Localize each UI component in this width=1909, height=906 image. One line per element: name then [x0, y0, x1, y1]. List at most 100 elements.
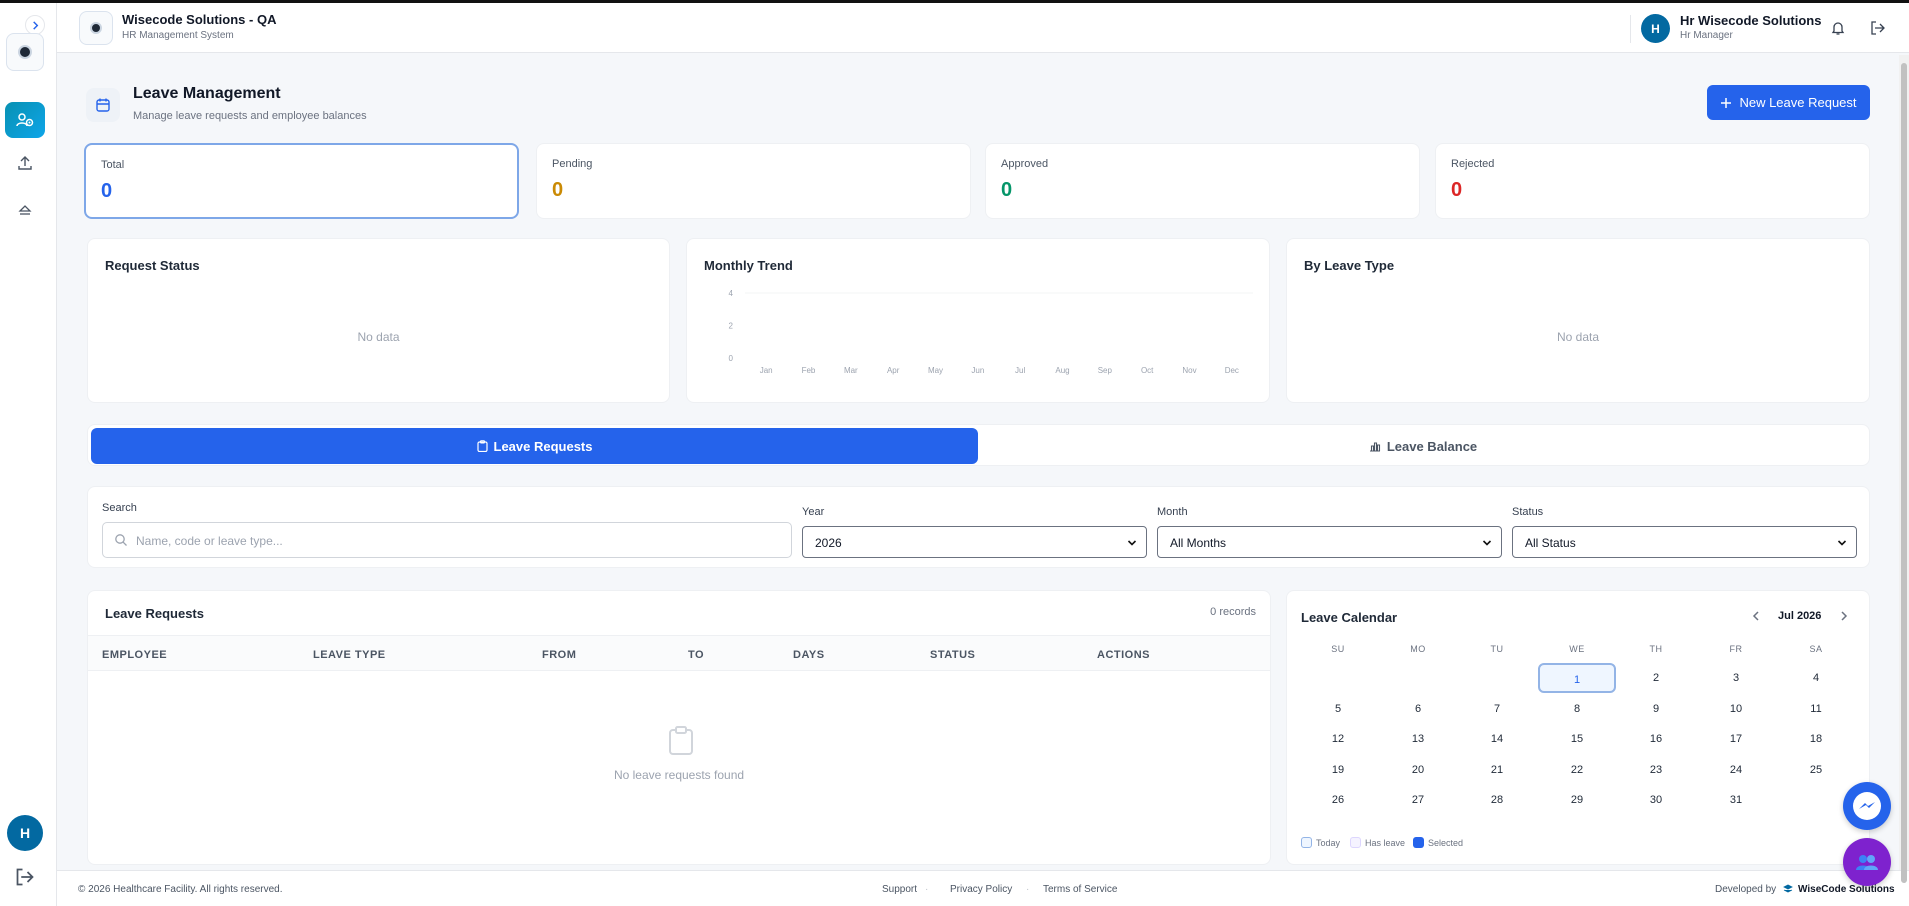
search-placeholder: Name, code or leave type... — [136, 534, 283, 548]
footer-brand[interactable]: WiseCode Solutions — [1798, 884, 1895, 895]
footer-developed-by: Developed by — [1715, 884, 1777, 895]
footer-copyright: © 2026 Healthcare Facility. All rights r… — [78, 884, 283, 895]
calendar-day[interactable]: 6 — [1379, 694, 1457, 724]
footer-link-privacy[interactable]: Privacy Policy — [950, 884, 1012, 895]
y-tick-label: 4 — [729, 289, 734, 298]
calendar-day[interactable]: 12 — [1299, 724, 1377, 754]
user-name[interactable]: Hr Wisecode Solutions — [1680, 13, 1821, 28]
column-header-from[interactable]: FROM — [542, 649, 576, 661]
support-chat-button[interactable] — [1843, 838, 1891, 886]
search-icon — [115, 534, 127, 546]
upload-icon — [18, 156, 32, 170]
month-select[interactable]: All Months — [1157, 526, 1502, 558]
sidebar-logo — [6, 33, 44, 71]
stat-card-total[interactable]: Total 0 — [84, 143, 519, 219]
user-avatar[interactable]: H — [1641, 14, 1670, 43]
calendar-day[interactable]: 28 — [1458, 785, 1536, 815]
calendar-day[interactable]: 15 — [1538, 724, 1616, 754]
new-leave-request-button[interactable]: New Leave Request — [1707, 85, 1870, 120]
calendar-day[interactable]: 29 — [1538, 785, 1616, 815]
stat-card-approved[interactable]: Approved 0 — [985, 143, 1420, 219]
calendar-day[interactable]: 16 — [1617, 724, 1695, 754]
calendar-day[interactable]: 21 — [1458, 755, 1536, 785]
card-title: Request Status — [105, 258, 200, 273]
logout-icon[interactable] — [1870, 20, 1886, 36]
calendar-day[interactable]: 27 — [1379, 785, 1457, 815]
calendar-day[interactable]: 2 — [1617, 663, 1695, 693]
column-header-employee[interactable]: EMPLOYEE — [102, 649, 167, 661]
calendar-day[interactable]: 23 — [1617, 755, 1695, 785]
calendar-day[interactable]: 9 — [1617, 694, 1695, 724]
calendar-day[interactable]: 22 — [1538, 755, 1616, 785]
weekday-header: TU — [1490, 644, 1504, 654]
top-header: Wisecode Solutions - QA HR Management Sy… — [57, 3, 1909, 53]
year-select[interactable]: 2026 — [802, 526, 1147, 558]
footer-link-support[interactable]: Support — [882, 884, 917, 895]
bell-icon[interactable] — [1830, 20, 1846, 36]
calendar-title: Leave Calendar — [1301, 610, 1398, 625]
x-tick-label: Jul — [1015, 366, 1025, 375]
weekday-header: TH — [1649, 644, 1663, 654]
calendar-day[interactable]: 17 — [1697, 724, 1775, 754]
x-tick-label: Mar — [844, 366, 858, 375]
scrollbar-thumb[interactable] — [1901, 63, 1907, 883]
weekday-header: SU — [1331, 644, 1345, 654]
weekday-header: MO — [1410, 644, 1426, 654]
calendar-day[interactable]: 3 — [1697, 663, 1775, 693]
column-header-to[interactable]: TO — [688, 649, 704, 661]
monthly-trend-card: Monthly Trend 4 2 0 Jan Feb Mar Apr May Jun Jul Au… — [686, 238, 1270, 403]
calendar-day[interactable]: 31 — [1697, 785, 1775, 815]
sidebar-expand-button[interactable] — [25, 15, 45, 35]
calendar-day[interactable]: 30 — [1617, 785, 1695, 815]
x-tick-label: Dec — [1225, 366, 1239, 375]
footer: © 2026 Healthcare Facility. All rights r… — [57, 870, 1909, 906]
sidebar-item-dashboard[interactable] — [5, 102, 45, 138]
footer-link-terms[interactable]: Terms of Service — [1043, 884, 1117, 895]
calendar-icon — [96, 98, 110, 112]
x-tick-label: Feb — [802, 366, 816, 375]
sidebar-item-upload[interactable] — [5, 145, 45, 181]
messenger-chat-button[interactable] — [1843, 782, 1891, 830]
calendar-day[interactable]: 14 — [1458, 724, 1536, 754]
sidebar-avatar[interactable]: H — [7, 815, 43, 851]
tab-leave-requests[interactable]: Leave Requests — [91, 428, 978, 464]
search-input[interactable]: Name, code or leave type... — [102, 522, 792, 558]
calendar-day[interactable]: 20 — [1379, 755, 1457, 785]
calendar-day[interactable]: 18 — [1777, 724, 1855, 754]
status-select[interactable]: All Status — [1512, 526, 1857, 558]
sidebar-item-eject[interactable] — [5, 191, 45, 227]
calendar-day-today[interactable]: 1 — [1538, 663, 1616, 693]
column-header-actions: ACTIONS — [1097, 649, 1150, 661]
month-label: Month — [1157, 506, 1188, 518]
calendar-day[interactable]: 25 — [1777, 755, 1855, 785]
stat-card-rejected[interactable]: Rejected 0 — [1435, 143, 1870, 219]
calendar-day[interactable]: 11 — [1777, 694, 1855, 724]
calendar-day[interactable]: 19 — [1299, 755, 1377, 785]
page-scrollbar[interactable] — [1899, 55, 1909, 883]
calendar-day[interactable]: 26 — [1299, 785, 1377, 815]
y-tick-label: 0 — [729, 354, 734, 363]
year-value: 2026 — [815, 536, 842, 550]
calendar-day[interactable]: 8 — [1538, 694, 1616, 724]
weekday-header: WE — [1569, 644, 1585, 654]
calendar-day[interactable]: 4 — [1777, 663, 1855, 693]
tab-leave-balance[interactable]: Leave Balance — [978, 428, 1868, 464]
stat-card-pending[interactable]: Pending 0 — [536, 143, 971, 219]
x-tick-label: Oct — [1141, 366, 1154, 375]
calendar-day[interactable]: 7 — [1458, 694, 1536, 724]
calendar-day[interactable]: 5 — [1299, 694, 1377, 724]
column-header-status[interactable]: STATUS — [930, 649, 975, 661]
filter-panel: Search Name, code or leave type... Year … — [87, 486, 1870, 568]
logout-icon[interactable] — [15, 867, 35, 887]
calendar-day[interactable]: 24 — [1697, 755, 1775, 785]
calendar-day[interactable]: 10 — [1697, 694, 1775, 724]
legend-label: Has leave — [1365, 837, 1406, 848]
no-data-text: No data — [1556, 330, 1600, 344]
column-header-leave-type[interactable]: LEAVE TYPE — [313, 649, 386, 661]
clipboard-icon — [476, 440, 488, 452]
chevron-right-icon[interactable] — [1839, 611, 1849, 621]
calendar-day[interactable]: 13 — [1379, 724, 1457, 754]
column-header-days[interactable]: DAYS — [793, 649, 825, 661]
chevron-left-icon[interactable] — [1751, 611, 1761, 621]
leave-requests-table-card: Leave Requests 0 records EMPLOYEE LEAVE … — [87, 590, 1271, 865]
